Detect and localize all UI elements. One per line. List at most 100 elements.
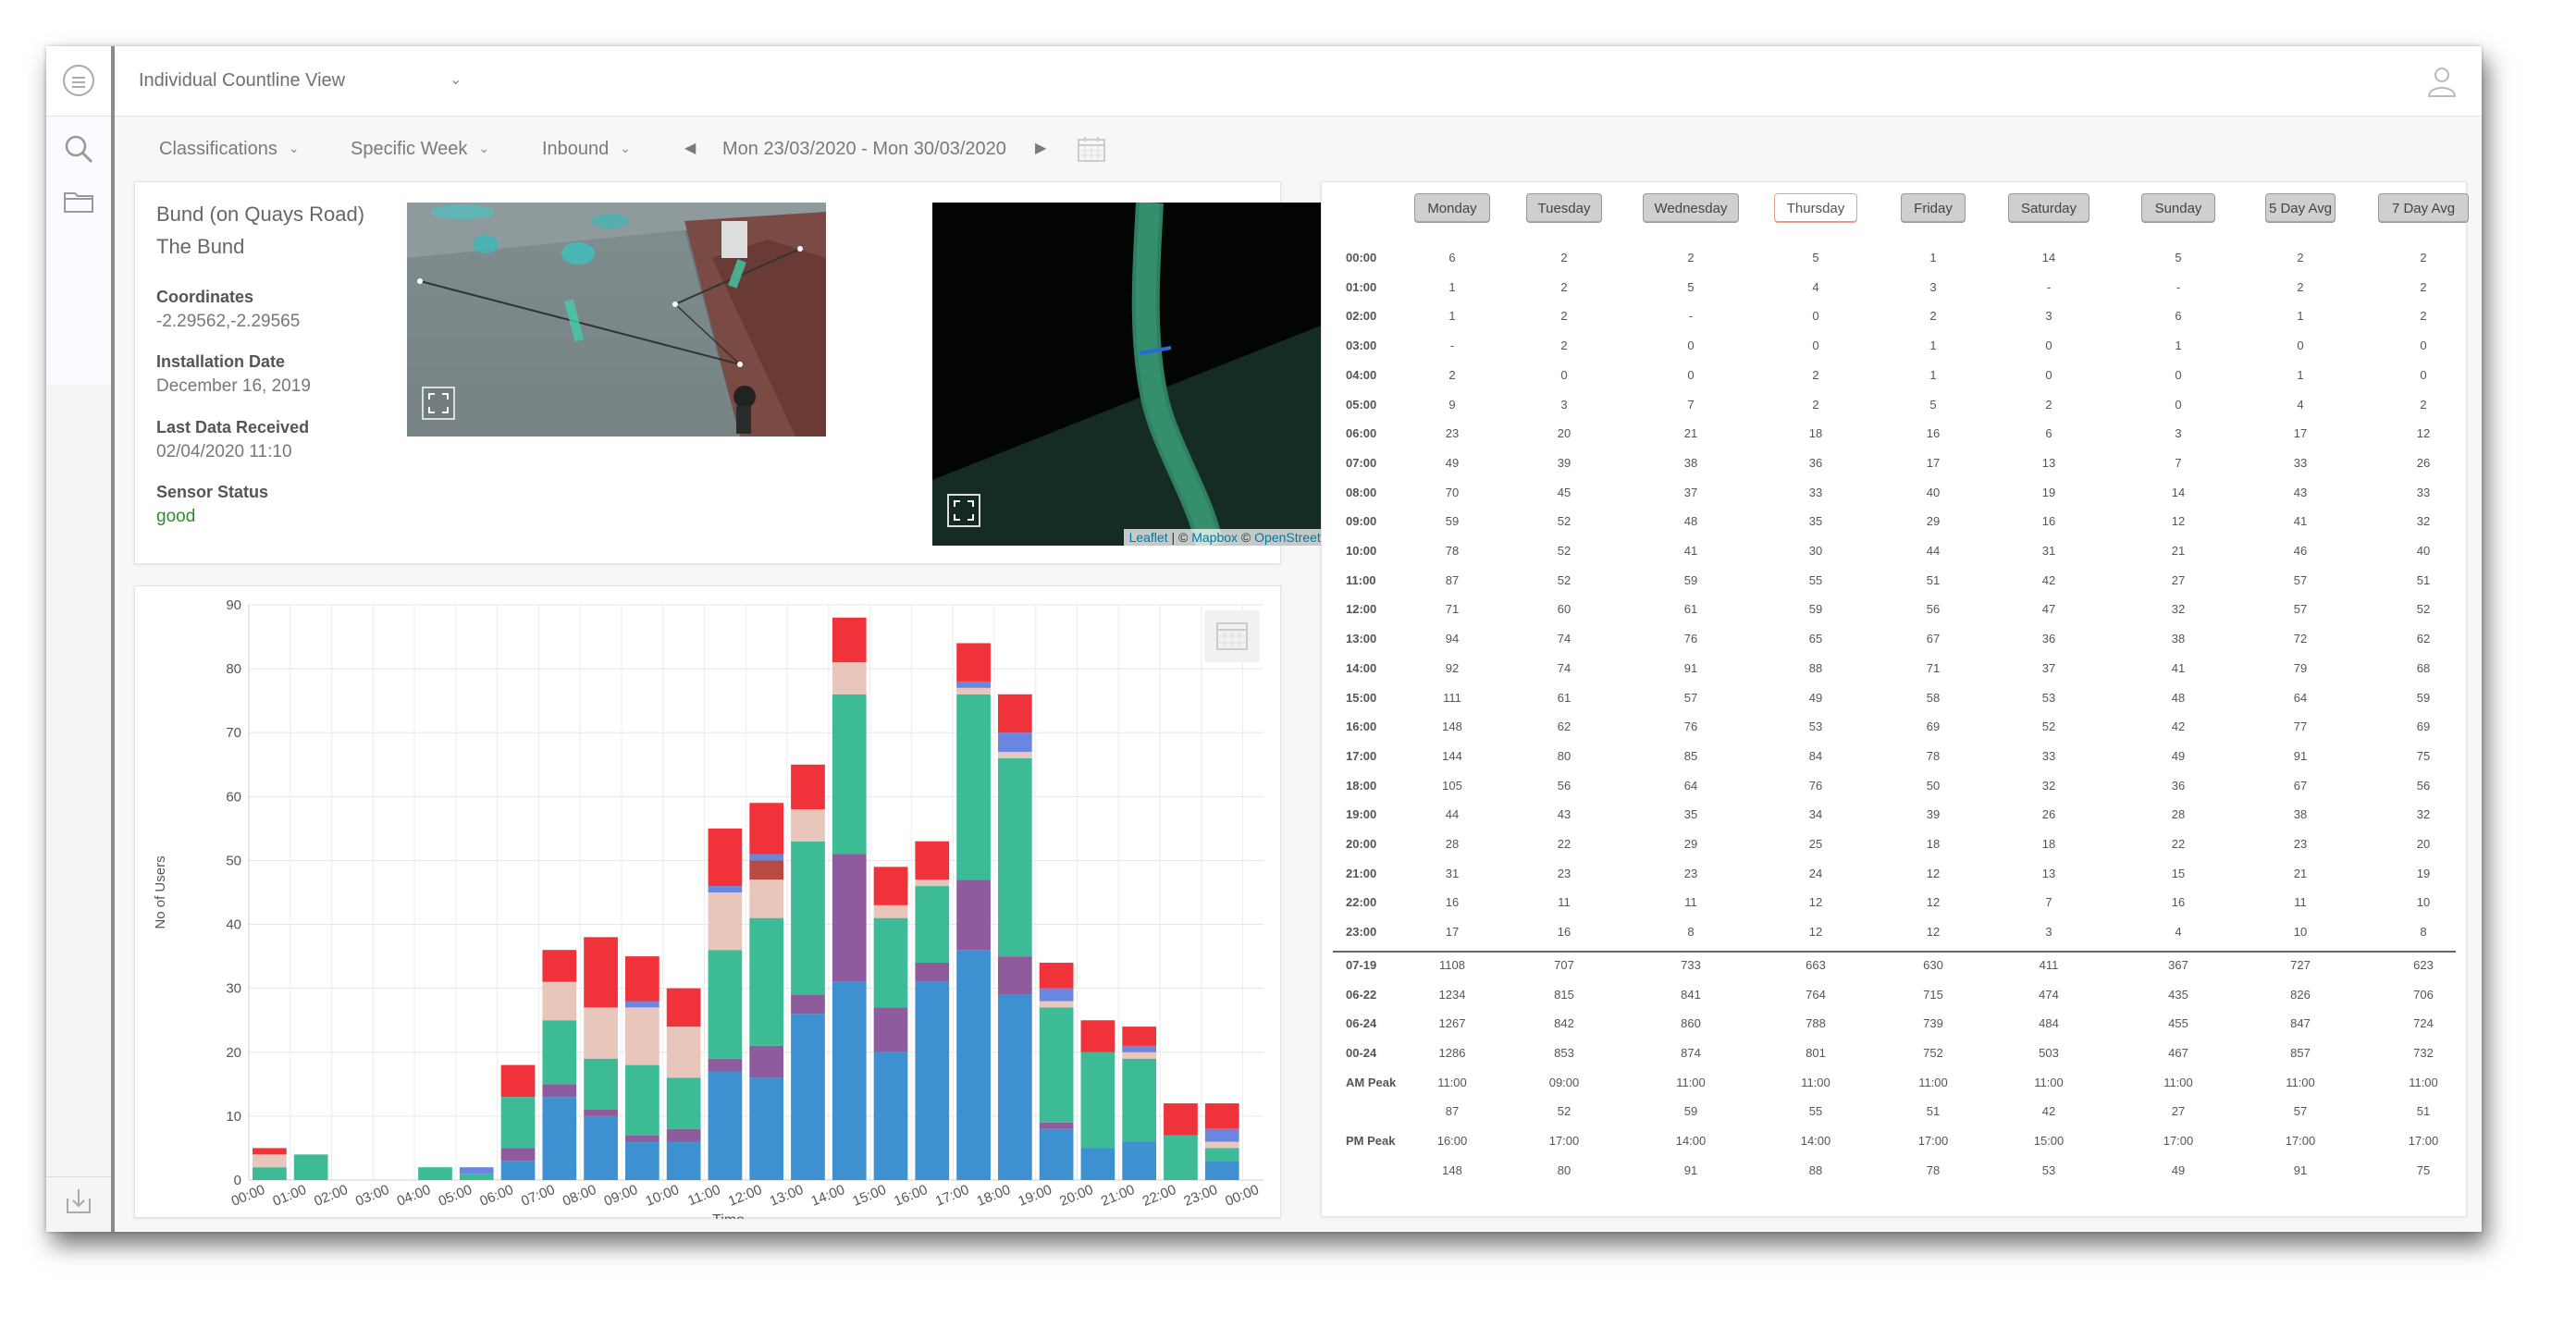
user-icon[interactable] [2426, 65, 2458, 98]
bar-segment [915, 963, 950, 982]
table-cell: 1 [2297, 309, 2304, 324]
x-tick-label: 13:00 [768, 1182, 806, 1210]
bar-segment [832, 694, 867, 855]
bar-segment [1204, 1103, 1239, 1129]
table-cell: 57 [1683, 690, 1698, 705]
day-button-sunday[interactable]: Sunday [2141, 193, 2215, 223]
attribution-sep: © [1238, 530, 1255, 545]
sensor-status-value: good [156, 507, 196, 526]
chart-calendar-button[interactable] [1204, 610, 1260, 662]
bar-segment [997, 956, 1032, 995]
table-cell: 53 [2041, 690, 2056, 705]
table-cell: 57 [2293, 572, 2308, 587]
summary-divider [1333, 950, 2456, 953]
row-label: 19:00 [1346, 807, 1377, 822]
table-cell: 6 [2045, 426, 2052, 441]
table-cell: 8 [2420, 925, 2427, 940]
prev-week-arrow[interactable]: ◀ [684, 139, 696, 157]
table-cell: 19 [2041, 485, 2056, 499]
search-icon[interactable] [62, 132, 95, 166]
next-week-arrow[interactable]: ▶ [1035, 139, 1046, 157]
table-cell: 10 [2416, 895, 2431, 910]
day-button-wednesday[interactable]: Wednesday [1643, 193, 1739, 223]
bar-segment [1122, 1058, 1157, 1142]
bar-segment [1122, 1027, 1157, 1046]
summary-cell: 623 [2413, 957, 2434, 972]
bar-segment [873, 904, 908, 918]
table-cell: 33 [2416, 485, 2431, 499]
mapbox-link[interactable]: Mapbox [1191, 530, 1238, 545]
chevron-down-icon[interactable]: ⌄ [450, 70, 462, 89]
day-button-7-day-avg[interactable]: 7 Day Avg [2378, 193, 2469, 223]
row-label: 03:00 [1346, 338, 1377, 353]
summary-cell: 11:00 [1437, 1075, 1467, 1089]
table-cell: 4 [2297, 397, 2304, 412]
y-tick-label: 90 [226, 597, 241, 613]
day-button-friday[interactable]: Friday [1901, 193, 1966, 223]
summary-cell: 435 [2168, 987, 2188, 1002]
table-cell: 16 [2171, 895, 2186, 910]
summary-cell: 367 [2168, 957, 2188, 972]
expand-map-button[interactable] [947, 494, 980, 527]
table-cell: 14 [2041, 251, 2056, 264]
table-cell: 59 [2416, 690, 2431, 705]
summary-cell: 49 [2171, 1162, 2186, 1177]
summary-cell: 630 [1923, 957, 1943, 972]
app-header: Individual Countline View ⌄ [115, 46, 2482, 117]
summary-cell: 1234 [1438, 987, 1466, 1002]
classifications-dropdown-box[interactable]: Classifications ⌄ [159, 139, 300, 160]
bar-segment [749, 917, 784, 1046]
day-button-5-day-avg[interactable]: 5 Day Avg [2265, 193, 2336, 223]
direction-dropdown[interactable]: Inbound ⌄ [542, 139, 631, 160]
bar-segment [1122, 1141, 1157, 1180]
chart-card: 0 10 20 30 40 50 60 70 80 90 00:00 01:00 02:00 03:00 0… [134, 585, 1281, 1219]
classifications-text: Classifications [159, 139, 277, 159]
bar-segment [997, 757, 1032, 957]
day-button-saturday[interactable]: Saturday [2008, 193, 2089, 223]
table-cell: 23 [2293, 837, 2308, 851]
row-label: 12:00 [1346, 602, 1377, 617]
table-cell: 12 [1808, 925, 1823, 940]
summary-cell: 484 [2039, 1016, 2059, 1031]
expand-camera-button[interactable] [422, 387, 455, 420]
folder-icon[interactable] [62, 185, 95, 218]
bar-segment [293, 1154, 328, 1180]
period-dropdown[interactable]: Specific Week ⌄ [351, 139, 489, 160]
table-cell: 43 [2293, 485, 2308, 499]
bar-segment [1039, 1001, 1074, 1008]
x-tick-label: 09:00 [602, 1182, 640, 1210]
summary-cell: 764 [1806, 987, 1826, 1002]
menu-icon[interactable] [63, 65, 94, 96]
summary-cell: 826 [2290, 987, 2311, 1002]
x-tick-label: 01:00 [270, 1182, 308, 1210]
table-cell: 6 [1448, 251, 1456, 264]
summary-cell: 17:00 [2285, 1134, 2316, 1148]
day-button-tuesday[interactable]: Tuesday [1526, 193, 1602, 223]
table-cell: 37 [2041, 660, 2056, 675]
bar-segment [625, 1141, 659, 1180]
summary-cell: 11:00 [2163, 1075, 2193, 1089]
table-cell: 32 [2416, 514, 2431, 529]
summary-cell: 42 [2041, 1104, 2056, 1119]
table-cell: 41 [1683, 544, 1698, 558]
table-cell: 0 [2297, 338, 2304, 353]
day-button-thursday[interactable]: Thursday [1774, 193, 1857, 223]
calendar-icon [1216, 622, 1248, 650]
bar-segment [915, 886, 950, 964]
bar-segment [708, 828, 743, 887]
table-cell: 16 [1445, 895, 1460, 910]
x-tick-label: 17:00 [933, 1182, 971, 1210]
summary-cell: 503 [2039, 1045, 2059, 1060]
table-cell: 28 [1445, 837, 1460, 851]
summary-cell: 91 [1683, 1162, 1698, 1177]
download-icon[interactable] [63, 1186, 94, 1217]
installation-date-label: Installation Date [156, 352, 286, 371]
day-button-monday[interactable]: Monday [1414, 193, 1490, 223]
view-select[interactable]: Individual Countline View [139, 70, 345, 92]
table-cell: 35 [1683, 807, 1698, 822]
calendar-icon[interactable] [1077, 135, 1106, 163]
summary-cell: 17:00 [2163, 1134, 2194, 1148]
summary-cell: 732 [2413, 1045, 2434, 1060]
table-cell: 40 [2416, 544, 2431, 558]
leaflet-link[interactable]: Leaflet [1129, 530, 1168, 545]
